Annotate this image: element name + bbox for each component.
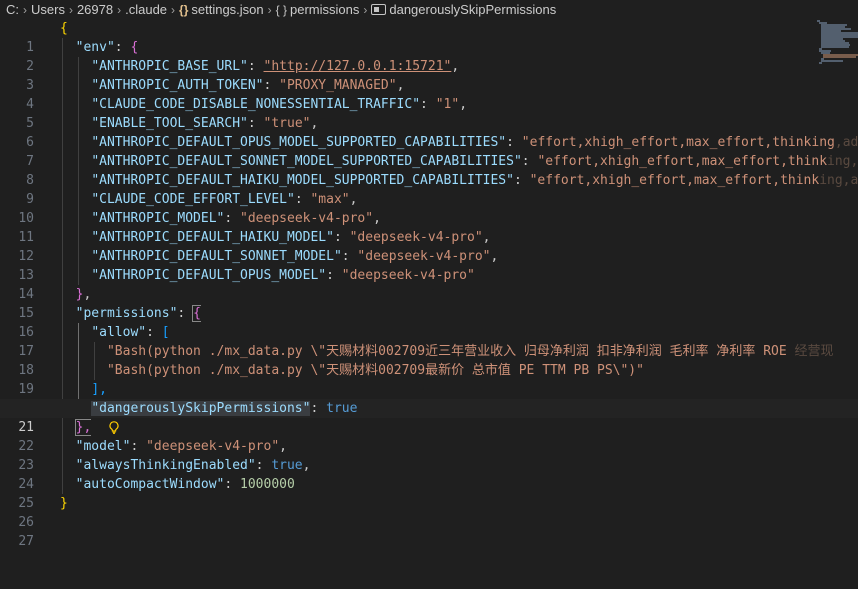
- code-line[interactable]: 19 "Bash(python ./mx_data.py \"天赐材料00270…: [0, 361, 858, 397]
- chevron-right-icon: ›: [363, 2, 368, 17]
- json-string: "1": [435, 97, 460, 112]
- code-line[interactable]: 22 },: [0, 418, 858, 454]
- code-line[interactable]: 10 "CLAUDE_CODE_EFFORT_LEVEL": "max",: [0, 190, 858, 226]
- url-link[interactable]: "http://127.0.0.1:15721": [264, 59, 452, 74]
- json-brace: {: [130, 40, 139, 55]
- code-line[interactable]: 23 "model": "deepseek-v4-pro",: [0, 437, 858, 473]
- json-string: "Bash(python ./mx_data.py \"天赐材料002709近三…: [106, 344, 787, 359]
- json-string: "deepseek-v4-pro": [357, 249, 491, 264]
- json-string: "deepseek-v4-pro": [341, 268, 475, 283]
- code-line[interactable]: 4 "ANTHROPIC_AUTH_TOKEN": "PROXY_MANAGED…: [0, 76, 858, 112]
- breadcrumb-object[interactable]: permissions: [290, 2, 359, 17]
- code-line[interactable]: 11 "ANTHROPIC_MODEL": "deepseek-v4-pro",: [0, 209, 858, 245]
- json-key: "autoCompactWindow": [75, 477, 225, 492]
- json-key: "CLAUDE_CODE_DISABLE_NONESSENTIAL_TRAFFI…: [91, 97, 421, 112]
- code-line[interactable]: 7 "ANTHROPIC_DEFAULT_OPUS_MODEL_SUPPORTE…: [0, 133, 858, 169]
- code-line[interactable]: 26 }: [0, 494, 858, 530]
- json-brace: }: [60, 496, 68, 511]
- json-brace: {: [192, 305, 201, 322]
- json-key: "ANTHROPIC_DEFAULT_SONNET_MODEL": [91, 249, 342, 264]
- json-string: "deepseek-v4-pro": [349, 230, 483, 245]
- breadcrumb-drive[interactable]: C:: [6, 2, 19, 17]
- json-key: "ENABLE_TOOL_SEARCH": [91, 116, 248, 131]
- json-key: "ANTHROPIC_BASE_URL": [91, 59, 248, 74]
- code-line[interactable]: 9 "ANTHROPIC_DEFAULT_HAIKU_MODEL_SUPPORT…: [0, 171, 858, 207]
- json-key-selected: "dangerouslySkipPermissions": [91, 401, 311, 416]
- json-key: "permissions": [75, 306, 178, 321]
- code-line[interactable]: 2 "env": {: [0, 38, 858, 74]
- code-line[interactable]: 14 "ANTHROPIC_DEFAULT_OPUS_MODEL": "deep…: [0, 266, 858, 302]
- json-boolean: true: [326, 401, 358, 416]
- json-brace: {: [60, 21, 68, 36]
- json-key: "ANTHROPIC_DEFAULT_OPUS_MODEL": [91, 268, 327, 283]
- breadcrumb-file[interactable]: settings.json: [191, 2, 263, 17]
- object-icon: { }: [275, 2, 287, 17]
- code-line-current[interactable]: 21 "dangerouslySkipPermissions": true: [0, 399, 858, 435]
- json-key: "ANTHROPIC_DEFAULT_HAIKU_MODEL": [91, 230, 334, 245]
- json-key: "ANTHROPIC_DEFAULT_HAIKU_MODEL_SUPPORTED…: [91, 173, 514, 188]
- breadcrumb-folder[interactable]: .claude: [125, 2, 167, 17]
- breadcrumb-users[interactable]: Users: [31, 2, 65, 17]
- chevron-right-icon: ›: [68, 2, 73, 17]
- breadcrumb-user[interactable]: 26978: [77, 2, 113, 17]
- code-line[interactable]: 8 "ANTHROPIC_DEFAULT_SONNET_MODEL_SUPPOR…: [0, 152, 858, 188]
- json-string: "true": [263, 116, 311, 131]
- json-boolean: true: [271, 458, 303, 473]
- json-string: "PROXY_MANAGED": [279, 78, 397, 93]
- code-line[interactable]: 6 "ENABLE_TOOL_SEARCH": "true",: [0, 114, 858, 150]
- json-number: 1000000: [240, 477, 295, 492]
- code-line[interactable]: 1 {: [0, 19, 858, 55]
- line-number: 27: [18, 534, 34, 549]
- json-string-overflow: 经营现: [786, 344, 834, 359]
- breadcrumb-property[interactable]: dangerouslySkipPermissions: [389, 2, 556, 17]
- code-line[interactable]: 3 "ANTHROPIC_BASE_URL": "http://127.0.0.…: [0, 57, 858, 93]
- json-key: "alwaysThinkingEnabled": [75, 458, 256, 473]
- chevron-right-icon: ›: [23, 2, 27, 17]
- json-bracket: [: [161, 325, 170, 340]
- code-editor[interactable]: 1 { 2 "env": { 3 "ANTHROPIC_BASE_URL": "…: [0, 19, 858, 549]
- json-key: "ANTHROPIC_AUTH_TOKEN": [91, 78, 264, 93]
- chevron-right-icon: ›: [171, 2, 176, 17]
- json-string-overflow: ing,ad: [827, 154, 858, 169]
- json-string: "effort,xhigh_effort,max_effort,think: [537, 154, 828, 169]
- json-string: "deepseek-v4-pro": [240, 211, 374, 226]
- json-key: "CLAUDE_CODE_EFFORT_LEVEL": [91, 192, 295, 207]
- code-line[interactable]: 17 "allow": [: [0, 323, 858, 359]
- chevron-right-icon: ›: [117, 2, 122, 17]
- breadcrumb: C: › Users › 26978 › .claude › {} settin…: [0, 0, 858, 19]
- code-line[interactable]: 18 "Bash(python ./mx_data.py \"天赐材料00270…: [0, 342, 858, 378]
- json-key: "ANTHROPIC_DEFAULT_OPUS_MODEL_SUPPORTED_…: [91, 135, 507, 150]
- json-string: "effort,xhigh_effort,max_effort,think: [529, 173, 820, 188]
- json-string-overflow: ing,ada: [819, 173, 858, 188]
- json-file-icon: {}: [179, 2, 189, 17]
- code-line[interactable]: 25 "autoCompactWindow": 1000000: [0, 475, 858, 511]
- json-string-overflow: ,adap: [834, 135, 858, 150]
- code-line[interactable]: 12 "ANTHROPIC_DEFAULT_HAIKU_MODEL": "dee…: [0, 228, 858, 264]
- json-key: "model": [75, 439, 131, 454]
- property-icon: [371, 4, 387, 15]
- code-line[interactable]: 13 "ANTHROPIC_DEFAULT_SONNET_MODEL": "de…: [0, 247, 858, 283]
- code-line[interactable]: 16 "permissions": {: [0, 304, 858, 340]
- json-bracket: ],: [91, 382, 107, 397]
- json-key: "env": [75, 40, 115, 55]
- code-line[interactable]: 15 },: [0, 285, 858, 321]
- code-line[interactable]: 20 ],: [0, 380, 858, 416]
- json-string: "Bash(python ./mx_data.py \"天赐材料002709最新…: [106, 363, 644, 378]
- minimap[interactable]: [815, 19, 858, 64]
- json-key: "allow": [91, 325, 147, 340]
- json-string: "max": [310, 192, 350, 207]
- code-line[interactable]: 5 "CLAUDE_CODE_DISABLE_NONESSENTIAL_TRAF…: [0, 95, 858, 131]
- chevron-right-icon: ›: [267, 2, 272, 17]
- code-line[interactable]: 24 "alwaysThinkingEnabled": true,: [0, 456, 858, 492]
- json-brace: },: [74, 419, 92, 436]
- json-string: "deepseek-v4-pro": [146, 439, 280, 454]
- json-key: "ANTHROPIC_MODEL": [91, 211, 225, 226]
- json-string: "effort,xhigh_effort,max_effort,thinking: [521, 135, 835, 150]
- json-key: "ANTHROPIC_DEFAULT_SONNET_MODEL_SUPPORTE…: [91, 154, 522, 169]
- code-line[interactable]: 27: [0, 513, 858, 549]
